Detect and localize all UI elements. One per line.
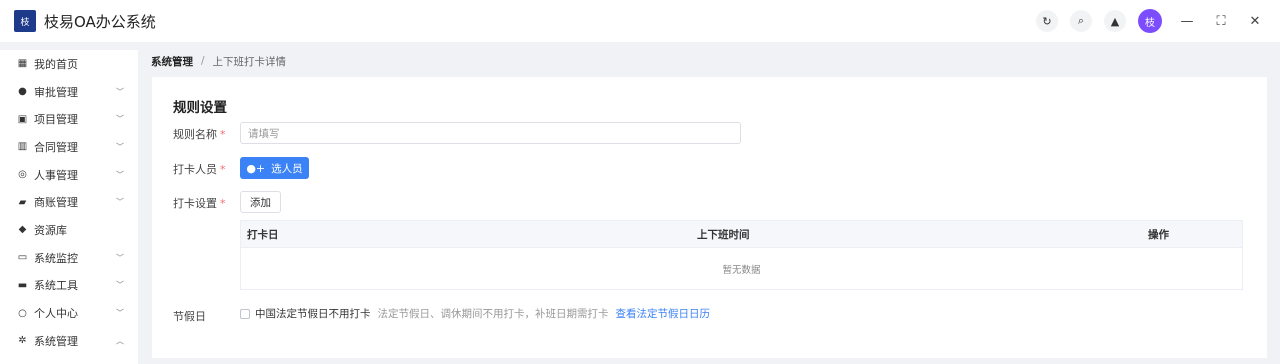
chevron-down-icon: ﹀ (116, 142, 124, 152)
rule-name-input[interactable]: 请填写 (240, 122, 741, 144)
checkin-settings-label-text: 打卡设置 (173, 197, 217, 210)
breadcrumb-separator: / (201, 55, 205, 67)
required-mark: * (220, 197, 226, 210)
minimize-icon[interactable]: — (1178, 12, 1196, 30)
sidebar-item[interactable]: ◎ 人事管理 ﹀ (0, 161, 138, 189)
sidebar-item-label: 系统监控 (34, 251, 78, 265)
holiday-calendar-link[interactable]: 查看法定节假日日历 (616, 306, 711, 321)
section-title: 规则设置 (173, 100, 227, 116)
sidebar-item[interactable]: ◆ 资源库 (0, 216, 138, 244)
select-members-label: 选人员 (271, 162, 303, 175)
add-button[interactable]: 添加 (240, 191, 281, 213)
chevron-down-icon: ﹀ (116, 308, 124, 318)
column-actions: 操作 (1148, 229, 1169, 241)
chevron-down-icon: ﹀ (116, 280, 124, 290)
sidebar-item-label: 商账管理 (34, 196, 78, 210)
rule-name-label-text: 规则名称 (173, 128, 217, 141)
rule-name-placeholder: 请填写 (248, 127, 280, 140)
holiday-checkbox[interactable] (240, 309, 250, 319)
close-icon[interactable]: ✕ (1246, 12, 1264, 30)
rule-settings-card: 规则设置 规则名称 * 请填写 打卡人员 * ●+ 选人员 打卡设置 * 添加 打卡日… (152, 77, 1267, 358)
monitor-icon: ▭ (17, 252, 28, 264)
search-icon[interactable]: ⌕ (1070, 10, 1092, 32)
checkin-table: 打卡日 上下班时间 操作 暂无数据 (240, 220, 1243, 290)
bar-chart-icon: ▥ (17, 141, 28, 153)
add-user-icon: ●+ (246, 161, 266, 175)
folder-icon: ▣ (17, 113, 28, 125)
user-icon: ● (18, 86, 27, 98)
wallet-icon: ▰ (18, 196, 27, 208)
sidebar-item-label: 系统工具 (34, 279, 78, 293)
sidebar-item-label: 审批管理 (34, 85, 78, 99)
sidebar-item[interactable]: ▣ 项目管理 ﹀ (0, 105, 138, 133)
sidebar-item-label: 我的首页 (34, 57, 78, 71)
app-logo: 枝 (14, 10, 36, 32)
grid-icon: ▦ (17, 58, 28, 70)
sidebar-item[interactable]: ▦ 我的首页 (0, 50, 138, 78)
logo-text: 枝 (20, 17, 30, 28)
holiday-hint: 法定节假日、调休期间不用打卡，补班日期需打卡 (377, 308, 609, 320)
toolbox-icon: ▬ (17, 279, 28, 291)
avatar-text: 枝 (1145, 17, 1155, 29)
sidebar-item-label: 项目管理 (34, 113, 78, 127)
sidebar-item[interactable]: ● 审批管理 ﹀ (0, 78, 138, 106)
gear-icon: ✲ (18, 335, 27, 347)
check-circle-icon: ◎ (18, 169, 27, 181)
header-actions: ↻ ⌕ ▲ 枝 — ⛶ ✕ (1024, 0, 1264, 42)
breadcrumb-parent[interactable]: 系统管理 (151, 54, 193, 69)
members-label: 打卡人员 * (173, 161, 226, 177)
checkin-settings-label: 打卡设置 * (173, 195, 226, 211)
sidebar-item[interactable]: ▬ 系统工具 ﹀ (0, 272, 138, 300)
required-mark: * (220, 163, 226, 176)
table-header: 打卡日 上下班时间 操作 (241, 221, 1242, 248)
select-members-button[interactable]: ●+ 选人员 (240, 157, 309, 179)
breadcrumb-current: 上下班打卡详情 (212, 55, 287, 68)
app-title: 枝易OA办公系统 (44, 12, 156, 31)
sidebar-item-label: 人事管理 (34, 168, 78, 182)
refresh-icon[interactable]: ↻ (1036, 10, 1058, 32)
bell-icon[interactable]: ▲ (1104, 10, 1126, 32)
maximize-icon[interactable]: ⛶ (1212, 12, 1230, 30)
column-checkin-day: 打卡日 (247, 229, 279, 241)
sidebar-item-label: 个人中心 (34, 307, 78, 321)
chevron-down-icon: ﹀ (116, 87, 124, 97)
sidebar-item-label: 系统管理 (34, 334, 78, 348)
sidebar-item[interactable]: ▰ 商账管理 ﹀ (0, 188, 138, 216)
chevron-down-icon: ﹀ (116, 197, 124, 207)
members-label-text: 打卡人员 (173, 163, 217, 176)
chevron-down-icon: ﹀ (116, 253, 124, 263)
sidebar: ▦ 我的首页 ● 审批管理 ﹀ ▣ 项目管理 ﹀ ▥ 合同管理 ﹀ ◎ 人事管理 ﹀ ▰ 商账管理 ﹀ ◆ 资源库 ▭… (0, 50, 138, 364)
sidebar-item[interactable]: ○ 个人中心 ﹀ (0, 299, 138, 327)
table-empty-text: 暂无数据 (722, 264, 761, 276)
location-icon: ◆ (18, 224, 27, 236)
rule-name-label: 规则名称 * (173, 126, 226, 142)
avatar[interactable]: 枝 (1138, 9, 1162, 33)
sidebar-item[interactable]: ▭ 系统监控 ﹀ (0, 244, 138, 272)
chevron-down-icon: ﹀ (116, 170, 124, 180)
required-mark: * (220, 128, 226, 141)
chevron-down-icon: ﹀ (116, 114, 124, 124)
sidebar-item[interactable]: ✲ 系统管理 ︿ (0, 327, 138, 355)
holiday-label: 节假日 (173, 310, 206, 323)
holiday-checkbox-label[interactable]: 中国法定节假日不用打卡 (255, 306, 371, 321)
holiday-row: 中国法定节假日不用打卡 法定节假日、调休期间不用打卡，补班日期需打卡 查看法定节… (255, 306, 710, 321)
chevron-up-icon: ︿ (116, 336, 124, 346)
breadcrumb: 系统管理 / 上下班打卡详情 (151, 53, 286, 69)
column-work-time: 上下班时间 (697, 229, 750, 241)
sidebar-item-label: 合同管理 (34, 140, 78, 154)
sidebar-item[interactable]: ▥ 合同管理 ﹀ (0, 133, 138, 161)
app-header: 枝 枝易OA办公系统 ↻ ⌕ ▲ 枝 — ⛶ ✕ (0, 0, 1280, 42)
sidebar-item-label: 资源库 (34, 223, 67, 237)
person-icon: ○ (18, 307, 27, 319)
